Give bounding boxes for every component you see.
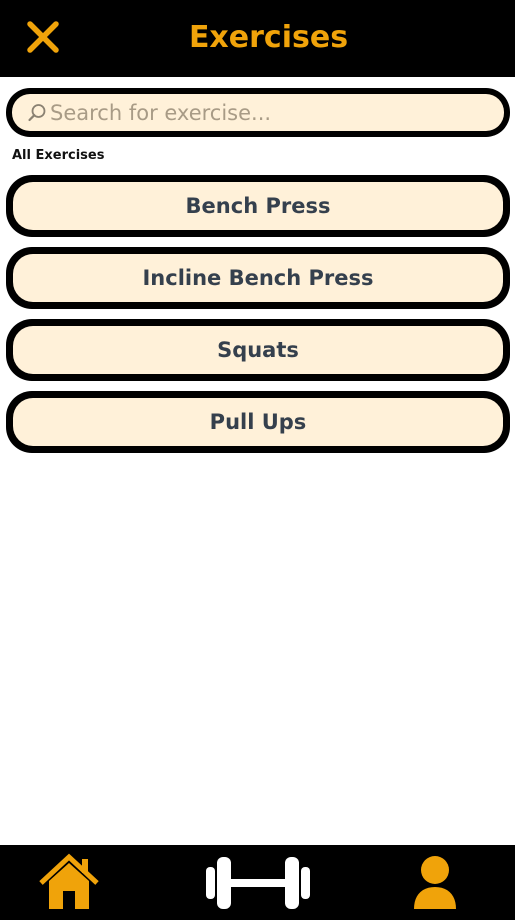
exercise-item-squats[interactable]: Squats — [6, 319, 510, 381]
exercise-label: Bench Press — [185, 194, 331, 218]
search-input[interactable] — [50, 97, 470, 128]
section-label: All Exercises — [12, 148, 105, 163]
exercise-label: Incline Bench Press — [142, 266, 374, 290]
exercise-label: Squats — [217, 338, 299, 362]
search-icon — [28, 103, 46, 121]
exercise-item-pull-ups[interactable]: Pull Ups — [6, 391, 510, 453]
nav-home-button[interactable] — [37, 851, 101, 915]
exercise-card: Squats — [13, 326, 503, 374]
exercise-item-incline-bench-press[interactable]: Incline Bench Press — [6, 247, 510, 309]
search-field-container[interactable] — [12, 94, 504, 131]
exercise-list: Bench Press Incline Bench Press Squats P… — [6, 175, 510, 463]
exercise-card: Bench Press — [13, 182, 503, 230]
nav-profile-button[interactable] — [410, 851, 460, 915]
home-icon — [39, 853, 99, 909]
nav-workout-button[interactable] — [204, 851, 312, 915]
barbell-icon — [206, 857, 310, 909]
profile-icon — [414, 856, 456, 909]
top-bar: Exercises — [0, 0, 515, 77]
exercise-item-bench-press[interactable]: Bench Press — [6, 175, 510, 237]
exercise-card: Incline Bench Press — [13, 254, 503, 302]
bottom-nav — [0, 845, 515, 920]
search-bar — [6, 88, 510, 137]
app-screen: Exercises All Exercises Bench Press Incl… — [0, 0, 515, 920]
exercise-label: Pull Ups — [209, 410, 307, 434]
exercise-card: Pull Ups — [13, 398, 503, 446]
page-title: Exercises — [188, 20, 349, 55]
